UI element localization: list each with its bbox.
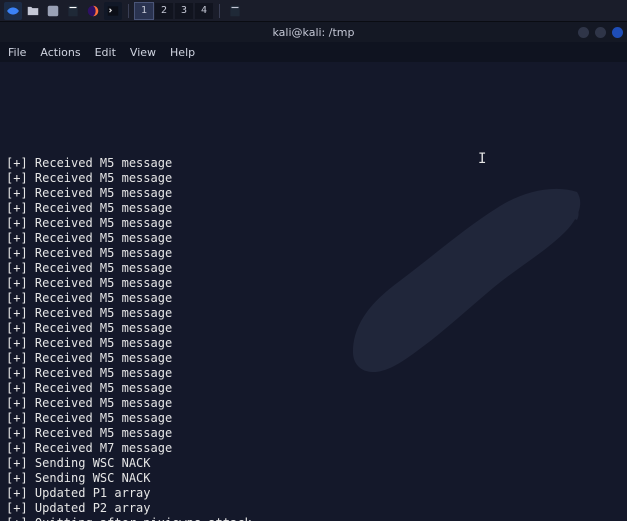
workspace-4[interactable]: 4 (195, 3, 213, 19)
terminal-line: [+] Received M5 message (6, 276, 621, 291)
editor-icon[interactable] (64, 2, 82, 20)
window-titlebar[interactable]: kali@kali: /tmp (0, 22, 627, 42)
kali-menu-icon[interactable] (4, 2, 22, 20)
terminal-line: [+] Updated P1 array (6, 486, 621, 501)
terminal-line: [+] Received M7 message (6, 441, 621, 456)
menu-view[interactable]: View (130, 46, 156, 59)
terminal-line: [+] Received M5 message (6, 336, 621, 351)
menu-help[interactable]: Help (170, 46, 195, 59)
terminal-viewport[interactable]: I [+] Received M5 message[+] Received M5… (0, 62, 627, 521)
terminal-line: [+] Received M5 message (6, 261, 621, 276)
minimize-button[interactable] (578, 27, 589, 38)
terminal-line: [+] Received M5 message (6, 201, 621, 216)
terminal-line: [+] Received M5 message (6, 351, 621, 366)
workspace-3[interactable]: 3 (175, 3, 193, 19)
terminal-line: [+] Sending WSC NACK (6, 456, 621, 471)
terminal-line: [+] Received M5 message (6, 291, 621, 306)
terminal-line: [+] Received M5 message (6, 306, 621, 321)
terminal-line: [+] Updated P2 array (6, 501, 621, 516)
terminal-line: [+] Received M5 message (6, 216, 621, 231)
menubar: File Actions Edit View Help (0, 42, 627, 62)
terminal-line: [+] Received M5 message (6, 381, 621, 396)
workspace-2[interactable]: 2 (155, 3, 173, 19)
terminal-icon[interactable] (104, 2, 122, 20)
terminal-line: [+] Received M5 message (6, 411, 621, 426)
terminal-line: [+] Received M5 message (6, 246, 621, 261)
menu-edit[interactable]: Edit (95, 46, 116, 59)
terminal-line: [+] Received M5 message (6, 231, 621, 246)
taskbar: 1 2 3 4 (0, 0, 627, 22)
running-app-icon[interactable] (226, 2, 244, 20)
terminal-line: [+] Received M5 message (6, 186, 621, 201)
menu-actions[interactable]: Actions (40, 46, 80, 59)
terminal-line: [+] Quitting after pixiewps attack (6, 516, 621, 521)
terminal-line: [+] Received M5 message (6, 366, 621, 381)
terminal-line: [+] Sending WSC NACK (6, 471, 621, 486)
folder-icon[interactable] (24, 2, 42, 20)
taskbar-separator (128, 4, 129, 18)
terminal-output: [+] Received M5 message[+] Received M5 m… (6, 156, 621, 521)
app-icon[interactable] (44, 2, 62, 20)
terminal-line: [+] Received M5 message (6, 321, 621, 336)
menu-file[interactable]: File (8, 46, 26, 59)
firefox-icon[interactable] (84, 2, 102, 20)
terminal-line: [+] Received M5 message (6, 396, 621, 411)
terminal-line: [+] Received M5 message (6, 156, 621, 171)
workspace-1[interactable]: 1 (135, 3, 153, 19)
window-title: kali@kali: /tmp (273, 26, 355, 39)
maximize-button[interactable] (595, 27, 606, 38)
window-controls (578, 27, 623, 38)
terminal-line: [+] Received M5 message (6, 426, 621, 441)
terminal-line: [+] Received M5 message (6, 171, 621, 186)
close-button[interactable] (612, 27, 623, 38)
taskbar-separator (219, 4, 220, 18)
